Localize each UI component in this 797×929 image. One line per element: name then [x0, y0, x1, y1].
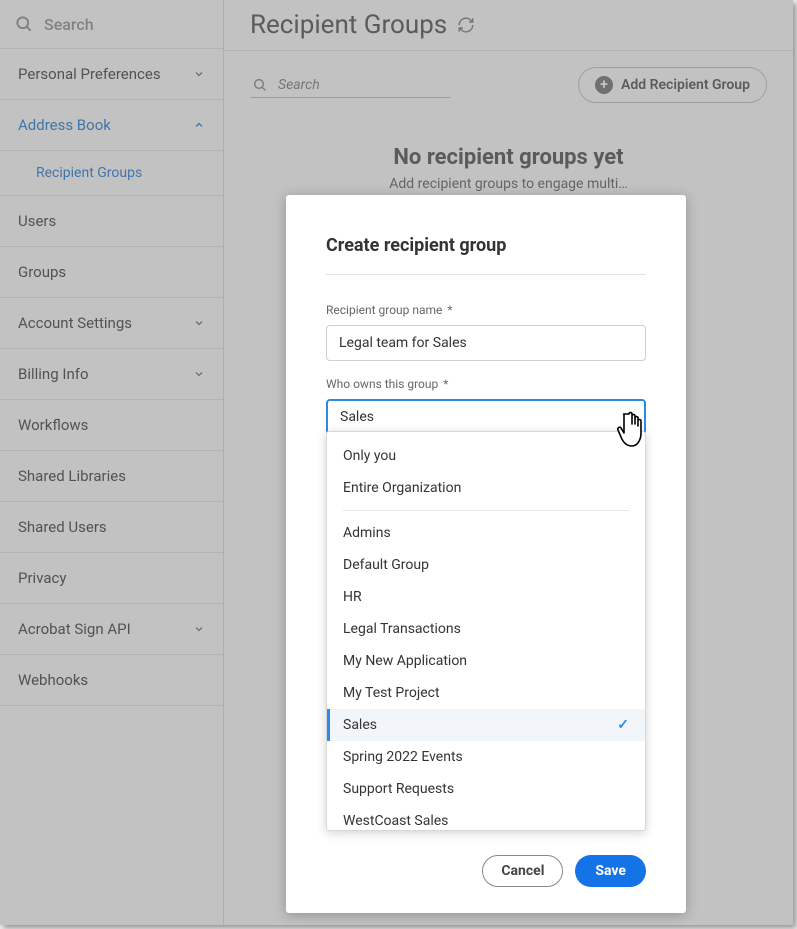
group-name-input[interactable]	[326, 325, 646, 361]
option-label: Sales	[343, 717, 377, 733]
save-button[interactable]: Save	[575, 855, 646, 887]
dropdown-divider	[343, 510, 629, 511]
dropdown-option[interactable]: Support Requests	[327, 773, 645, 805]
create-recipient-group-modal: Create recipient group Recipient group n…	[286, 195, 686, 913]
option-label: Legal Transactions	[343, 621, 461, 637]
group-owner-select[interactable]: Sales	[326, 399, 646, 435]
select-value: Sales	[340, 409, 374, 425]
modal-title: Create recipient group	[326, 235, 646, 275]
modal-actions: Cancel Save	[326, 855, 646, 887]
field-group-owner: Who owns this group * Sales	[326, 377, 646, 435]
dropdown-option[interactable]: Default Group	[327, 549, 645, 581]
dropdown-option[interactable]: HR	[327, 581, 645, 613]
dropdown-option[interactable]: Only you	[327, 440, 645, 472]
dropdown-option[interactable]: Legal Transactions	[327, 613, 645, 645]
option-label: My Test Project	[343, 685, 440, 701]
option-label: My New Application	[343, 653, 467, 669]
field-group-name: Recipient group name *	[326, 303, 646, 361]
check-icon: ✓	[617, 717, 629, 733]
cursor-hand-icon	[616, 408, 652, 448]
dropdown-option[interactable]: My Test Project	[327, 677, 645, 709]
dropdown-option[interactable]: WestCoast Sales	[327, 805, 645, 831]
group-name-label: Recipient group name *	[326, 303, 646, 317]
app-window: Search Personal PreferencesAddress BookR…	[0, 0, 793, 925]
dropdown-option[interactable]: Admins	[327, 517, 645, 549]
dropdown-option[interactable]: Spring 2022 Events	[327, 741, 645, 773]
option-label: HR	[343, 589, 362, 605]
option-label: Spring 2022 Events	[343, 749, 463, 765]
cancel-button[interactable]: Cancel	[482, 855, 563, 887]
option-label: WestCoast Sales	[343, 813, 448, 829]
group-owner-label: Who owns this group *	[326, 377, 646, 391]
option-label: Default Group	[343, 557, 429, 573]
dropdown-option[interactable]: Entire Organization	[327, 472, 645, 504]
owner-dropdown: Only youEntire Organization Admins Defaul…	[326, 431, 646, 831]
option-label: Admins	[343, 525, 391, 541]
dropdown-option[interactable]: Sales ✓	[327, 709, 645, 741]
dropdown-option[interactable]: My New Application	[327, 645, 645, 677]
option-label: Support Requests	[343, 781, 454, 797]
